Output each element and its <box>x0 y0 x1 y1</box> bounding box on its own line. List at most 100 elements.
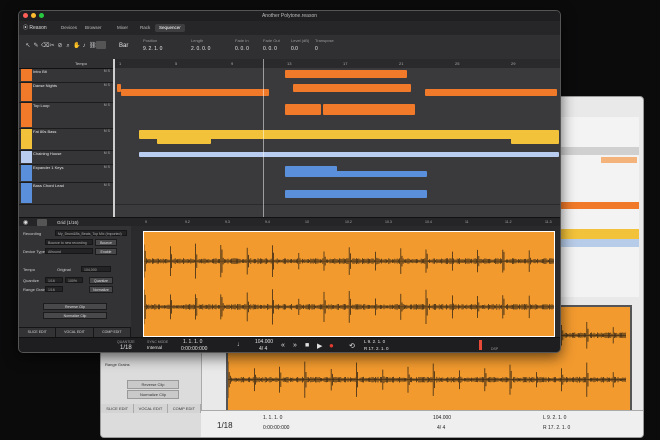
tab-comp-edit[interactable]: COMP EDIT <box>94 328 131 337</box>
bg-tab-slice-edit[interactable]: SLICE EDIT <box>101 404 135 413</box>
bounce-button[interactable]: Bounce <box>95 239 117 246</box>
track-name[interactable]: Expander 1 Keys <box>33 165 63 170</box>
track-header[interactable]: Intro Bit M S <box>19 68 113 83</box>
quantize-select[interactable]: 1/16 <box>45 277 63 283</box>
position-value[interactable]: 9. 2. 1. 0 <box>143 46 162 52</box>
snap-value[interactable]: Bar <box>119 43 128 49</box>
clip[interactable] <box>285 73 407 78</box>
magnify-tool-icon[interactable]: ⌕ <box>65 43 71 49</box>
speaker-tool-icon[interactable]: ♪ <box>81 43 87 49</box>
track-name[interactable]: Danse Nights <box>33 83 57 88</box>
tab-rack[interactable]: Rack <box>136 24 154 32</box>
tab-devices[interactable]: Devices <box>57 24 81 32</box>
record-icon[interactable]: ● <box>329 341 334 350</box>
clip[interactable] <box>323 104 415 115</box>
minimize-button[interactable] <box>31 13 36 18</box>
track-header[interactable]: Fat 80s Bass M S <box>19 128 113 151</box>
mute-solo-buttons[interactable]: M S <box>104 151 110 155</box>
metronome-icon[interactable]: ♩ <box>237 341 244 348</box>
bg-normalize-clip-button[interactable]: Normalize Clip <box>127 390 179 399</box>
bg-loop-right[interactable]: R 17. 2. 1. 0 <box>543 425 570 431</box>
tab-sequencer[interactable]: Sequencer <box>155 24 185 32</box>
main-window[interactable]: Another Polytone.reason ⦿ Reason Devices… <box>18 10 561 353</box>
audio-editor[interactable] <box>131 226 560 337</box>
track-name[interactable]: Top Loop <box>33 103 49 108</box>
normalize-button[interactable]: Normalize <box>89 286 113 293</box>
bg-quantize-value[interactable]: 1/18 <box>217 421 233 430</box>
transpose-value[interactable]: 0 <box>315 46 318 52</box>
track-header[interactable]: Top Loop M S <box>19 102 113 129</box>
clip[interactable] <box>425 89 557 97</box>
mute-solo-buttons[interactable]: M S <box>104 83 110 87</box>
bg-signature[interactable]: 4/ 4 <box>437 425 445 431</box>
bg-time[interactable]: 0:00:00:000 <box>263 425 289 431</box>
track-name[interactable]: Fat 80s Bass <box>33 129 56 134</box>
snap-toggle[interactable] <box>96 41 106 49</box>
tempo-value[interactable]: 104.000 <box>255 339 273 345</box>
editor-arrow-icon[interactable]: ◉ <box>23 219 28 226</box>
sync-mode-value[interactable]: Internal <box>147 345 162 350</box>
tab-vocal-edit[interactable]: VOCAL EDIT <box>56 328 94 337</box>
quantize-percent[interactable]: 100% <box>65 277 83 283</box>
bg-tab-vocal-edit[interactable]: VOCAL EDIT <box>134 404 168 413</box>
clip[interactable] <box>511 135 559 144</box>
mute-solo-buttons[interactable]: M S <box>104 183 110 187</box>
fade-out-value[interactable]: 0. 0. 0 <box>263 46 277 52</box>
track-name[interactable]: Chaining House <box>33 151 61 156</box>
range-grains-select[interactable]: 1/16 <box>45 286 63 292</box>
bg-position[interactable]: 1. 1. 1. 0 <box>263 415 282 421</box>
fade-in-value[interactable]: 0. 0. 0 <box>235 46 249 52</box>
length-value[interactable]: 2. 0. 0. 0 <box>191 46 210 52</box>
mute-solo-buttons[interactable]: M S <box>104 129 110 133</box>
track-header[interactable]: Bass Chord Lead M S <box>19 182 113 205</box>
track-header[interactable]: Danse Nights M S <box>19 82 113 103</box>
arrow-tool-icon[interactable]: ↖ <box>25 43 31 49</box>
loop-icon[interactable]: ⟲ <box>349 342 355 350</box>
quantize-button[interactable]: Quantize <box>89 277 113 284</box>
pencil-tool-icon[interactable]: ✎ <box>33 43 39 49</box>
mute-solo-buttons[interactable]: M S <box>104 165 110 169</box>
hand-tool-icon[interactable]: ✋ <box>73 43 80 49</box>
clip[interactable] <box>285 166 337 173</box>
editor-snap-toggle[interactable] <box>37 219 47 226</box>
original-tempo[interactable]: 104,000 <box>81 266 111 272</box>
editor-grid-value[interactable]: Grid (1/16) <box>57 220 79 225</box>
zoom-button[interactable] <box>39 13 44 18</box>
stop-icon[interactable]: ■ <box>305 342 309 349</box>
razor-tool-icon[interactable]: ✂ <box>49 43 55 49</box>
clip[interactable] <box>285 104 321 115</box>
track-name[interactable]: Bass Chord Lead <box>33 183 64 188</box>
link-tool-icon[interactable]: ⛓ <box>89 43 97 49</box>
playhead[interactable] <box>113 59 115 217</box>
clip[interactable] <box>157 135 211 144</box>
clip[interactable] <box>285 189 427 198</box>
device-type-select[interactable]: Allround <box>45 248 93 254</box>
recording-file[interactable]: My_Drum&Bs_Beats_Top Mix (Imported) <box>55 230 127 236</box>
tab-slice-edit[interactable]: SLICE EDIT <box>19 328 57 337</box>
time-signature[interactable]: 4/ 4 <box>259 346 267 352</box>
audio-waveform[interactable] <box>143 231 555 337</box>
fast-forward-icon[interactable]: » <box>293 342 297 349</box>
close-button[interactable] <box>23 13 28 18</box>
arrange-area[interactable]: 1 5 9 13 17 21 25 29 <box>113 59 560 217</box>
bg-tab-comp-edit[interactable]: COMP EDIT <box>167 404 201 413</box>
loop-right-locator[interactable]: R 17. 2. 1. 0 <box>364 346 389 351</box>
clip[interactable] <box>446 130 500 139</box>
tab-mixer[interactable]: Mixer <box>113 24 132 32</box>
bg-tempo[interactable]: 104.000 <box>433 415 451 421</box>
level-value[interactable]: 0.0 <box>291 46 298 52</box>
reverse-clip-button[interactable]: Reverse Clip <box>43 303 107 310</box>
clip[interactable] <box>293 84 411 92</box>
song-position[interactable]: 1. 1. 1. 0 <box>183 339 202 345</box>
mute-solo-buttons[interactable]: M S <box>104 69 110 73</box>
bg-loop-left[interactable]: L 9. 2. 1. 0 <box>543 415 566 421</box>
eraser-tool-icon[interactable]: ⌫ <box>41 43 49 49</box>
loop-start-marker[interactable] <box>263 59 264 217</box>
normalize-clip-button[interactable]: Normalize Clip <box>43 312 107 319</box>
mute-tool-icon[interactable]: ⊘ <box>57 43 63 49</box>
track-header[interactable]: Expander 1 Keys M S <box>19 164 113 183</box>
song-time[interactable]: 0:00:00:000 <box>181 346 207 352</box>
bg-reverse-clip-button[interactable]: Reverse Clip <box>127 380 179 389</box>
track-header[interactable]: Chaining House M S <box>19 150 113 165</box>
loop-left-locator[interactable]: L 9. 2. 1. 0 <box>364 339 385 344</box>
